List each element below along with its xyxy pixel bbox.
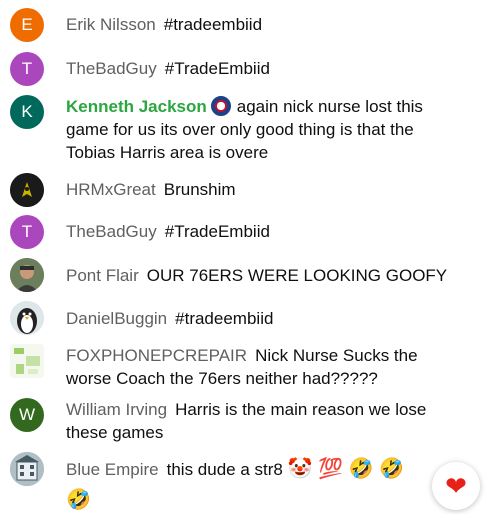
message-body: Erik Nilsson #tradeembiid xyxy=(66,13,462,36)
message-body: Pont Flair OUR 76ERS WERE LOOKING GOOFY xyxy=(66,264,462,287)
message-body: William Irving Harris is the main reason … xyxy=(66,398,462,444)
message-body: DanielBuggin #tradeembiid xyxy=(66,307,462,330)
live-chat-panel: E Erik Nilsson #tradeembiid T TheBadGuy #T… xyxy=(0,0,488,514)
fox-avatar-icon[interactable] xyxy=(10,344,44,378)
chat-message: HRMxGreat Brunshim xyxy=(0,173,488,207)
message-text: Brunshim xyxy=(163,180,236,199)
author-name[interactable]: Blue Empire xyxy=(66,460,159,479)
heart-icon: ❤ xyxy=(445,470,467,501)
sixers-badge-icon xyxy=(210,96,231,116)
penguin-avatar-icon[interactable] xyxy=(10,301,44,335)
chat-message: Blue Empire this dude a str8 🤡 💯 🤣 🤣 🤣 xyxy=(0,452,488,514)
chat-message: T TheBadGuy #TradeEmbiid xyxy=(0,215,488,249)
author-name[interactable]: TheBadGuy xyxy=(66,222,157,241)
avatar[interactable]: W xyxy=(10,398,44,432)
avatar-letter: T xyxy=(21,222,33,241)
author-name[interactable]: FOXPHONEPCREPAIR xyxy=(66,346,247,365)
heart-reaction-button[interactable]: ❤ xyxy=(432,462,480,510)
chat-message: T TheBadGuy #TradeEmbiid xyxy=(0,52,488,86)
author-name[interactable]: William Irving xyxy=(66,400,167,419)
message-body: FOXPHONEPCREPAIR Nick Nurse Sucks the wor… xyxy=(66,344,462,390)
message-body: HRMxGreat Brunshim xyxy=(66,178,462,201)
author-name[interactable]: Kenneth Jackson xyxy=(66,97,207,116)
rocket-avatar-icon[interactable] xyxy=(10,173,44,207)
avatar-letter: W xyxy=(18,405,36,424)
message-text: this dude a str8 xyxy=(166,460,283,479)
avatar[interactable]: T xyxy=(10,215,44,249)
message-body: Kenneth Jackson again nick nurse lost thi… xyxy=(66,95,462,164)
message-text: #tradeembiid xyxy=(175,309,274,328)
avatar[interactable]: T xyxy=(10,52,44,86)
chat-message: Pont Flair OUR 76ERS WERE LOOKING GOOFY xyxy=(0,258,488,292)
chat-message: E Erik Nilsson #tradeembiid xyxy=(0,8,488,42)
chat-message: FOXPHONEPCREPAIR Nick Nurse Sucks the wor… xyxy=(0,343,488,391)
photo-avatar-icon[interactable] xyxy=(10,258,44,292)
message-text: #tradeembiid xyxy=(163,15,263,34)
chat-message: W William Irving Harris is the main reaso… xyxy=(0,398,488,446)
avatar-letter: E xyxy=(21,15,33,34)
building-avatar-icon[interactable] xyxy=(10,452,44,486)
avatar-letter: K xyxy=(21,102,33,121)
author-name[interactable]: DanielBuggin xyxy=(66,309,167,328)
message-body: TheBadGuy #TradeEmbiid xyxy=(66,57,462,80)
avatar[interactable]: E xyxy=(10,8,44,42)
message-text: OUR 76ERS WERE LOOKING GOOFY xyxy=(146,266,448,285)
author-name[interactable]: Pont Flair xyxy=(66,266,139,285)
chat-message: K Kenneth Jackson again nick nurse lost t… xyxy=(0,95,488,165)
message-text: #TradeEmbiid xyxy=(164,222,270,241)
author-name[interactable]: TheBadGuy xyxy=(66,59,157,78)
avatar[interactable]: K xyxy=(10,95,44,129)
message-body: TheBadGuy #TradeEmbiid xyxy=(66,220,462,243)
message-text: #TradeEmbiid xyxy=(164,59,270,78)
author-name[interactable]: Erik Nilsson xyxy=(66,15,156,34)
avatar-letter: T xyxy=(21,59,33,78)
message-body: Blue Empire this dude a str8 🤡 💯 🤣 🤣 🤣 xyxy=(66,454,430,514)
author-name[interactable]: HRMxGreat xyxy=(66,180,156,199)
chat-message: DanielBuggin #tradeembiid xyxy=(0,301,488,335)
